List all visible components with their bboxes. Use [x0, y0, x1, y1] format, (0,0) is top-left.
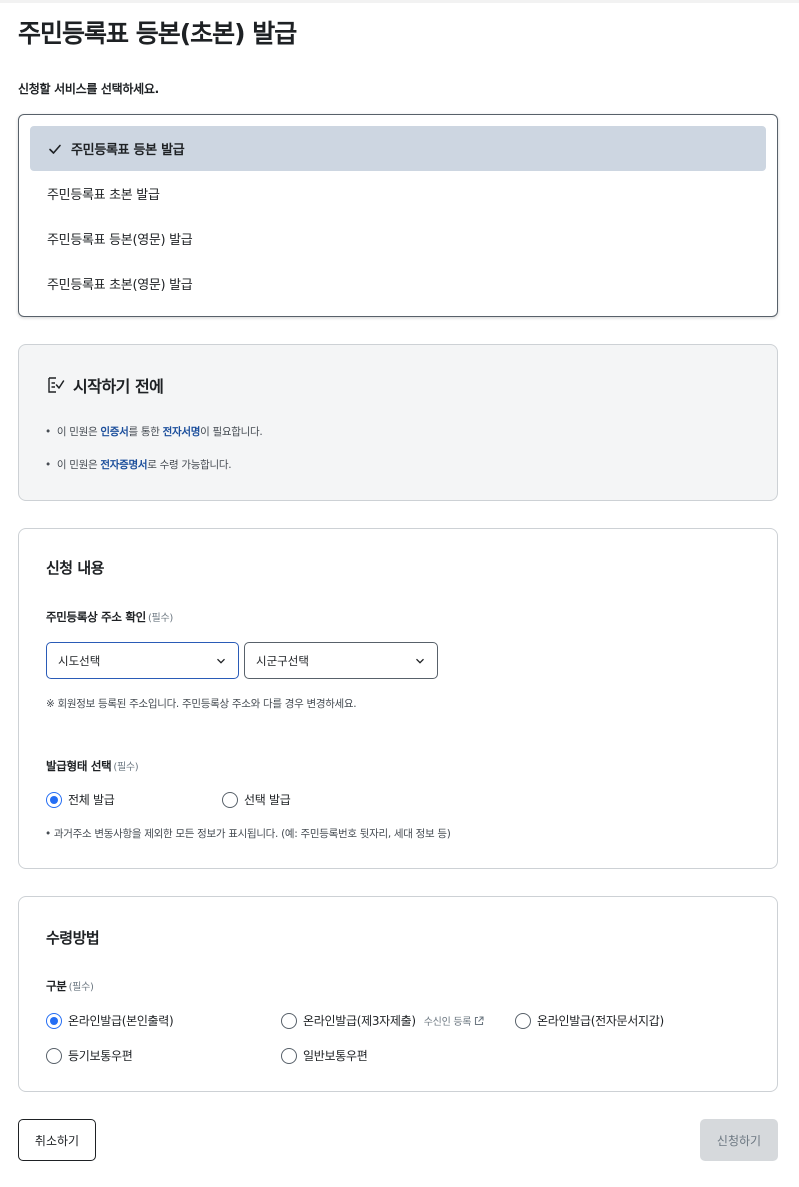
- receive-title: 수령방법: [46, 929, 100, 947]
- address-label: 주민등록상 주소 확인 (필수): [46, 609, 173, 625]
- before-start-panel: 시작하기 전에 • 이 민원은 인증서를 통한 전자서명이 필요합니다. • 이 민…: [18, 344, 778, 501]
- radio-label: 일반보통우편: [303, 1049, 368, 1063]
- required-mark: (필수): [113, 762, 139, 773]
- radio-circle: [222, 791, 238, 808]
- service-option-label: 주민등록표 등본(영문) 발급: [47, 233, 193, 248]
- page-title: 주민등록표 등본(초본) 발급: [18, 19, 297, 48]
- service-option-abstract-english[interactable]: 주민등록표 초본(영문) 발급: [30, 261, 766, 306]
- radio-circle: [46, 1012, 62, 1029]
- external-link-icon: [475, 1015, 484, 1025]
- service-listbox: 주민등록표 등본 발급 주민등록표 초본 발급 주민등록표 등본(영문) 발급 …: [18, 114, 778, 317]
- sido-select[interactable]: 시도선택: [46, 642, 239, 679]
- sido-select-value: 시도선택: [58, 653, 101, 668]
- before-start-heading: 시작하기 전에: [47, 373, 164, 397]
- radio-label: 선택 발급: [244, 793, 291, 807]
- recipient-register-link[interactable]: 수신인 등록: [424, 1013, 484, 1028]
- cancel-button[interactable]: 취소하기: [18, 1119, 96, 1161]
- category-label: 구분 (필수): [46, 978, 94, 994]
- chevron-down-icon: [416, 658, 424, 664]
- receive-online-third-party-radio[interactable]: 온라인발급(제3자제출) 수신인 등록: [281, 1012, 484, 1029]
- check-icon: [49, 144, 61, 154]
- sigungu-select[interactable]: 시군구선택: [244, 642, 438, 679]
- submit-button[interactable]: 신청하기: [700, 1119, 778, 1161]
- note-text: 로 수령 가능합니다.: [147, 459, 232, 471]
- chevron-down-icon: [217, 658, 225, 664]
- service-option-label: 주민등록표 등본 발급: [71, 143, 185, 158]
- radio-label: 온라인발급(본인출력): [68, 1014, 174, 1028]
- radio-label: 등기보통우편: [68, 1049, 133, 1063]
- service-option-abstract[interactable]: 주민등록표 초본 발급: [30, 171, 766, 216]
- application-title: 신청 내용: [46, 559, 104, 577]
- receive-online-wallet-radio[interactable]: 온라인발급(전자문서지갑): [515, 1012, 664, 1029]
- note-text: 이 민원은: [56, 426, 101, 438]
- note-emphasis: 전자서명: [162, 426, 201, 438]
- radio-circle: [281, 1047, 297, 1064]
- service-option-label: 주민등록표 초본 발급: [47, 188, 160, 203]
- radio-label: 전체 발급: [68, 793, 115, 807]
- issue-type-label-text: 발급형태 선택: [46, 759, 112, 773]
- address-label-text: 주민등록상 주소 확인: [46, 610, 146, 624]
- register-link-text: 수신인 등록: [423, 1017, 472, 1028]
- note-text: 를 통한: [128, 426, 163, 438]
- note-text: 이 필요합니다.: [200, 426, 263, 438]
- receive-panel: 수령방법 구분 (필수) 온라인발급(본인출력) 온라인발급(제3자제출) 수신인…: [18, 896, 778, 1092]
- service-option-label: 주민등록표 초본(영문) 발급: [47, 278, 193, 293]
- note-emphasis: 전자증명서: [100, 459, 148, 471]
- category-label-text: 구분: [46, 979, 67, 993]
- radio-circle: [46, 791, 62, 808]
- required-mark: (필수): [68, 982, 94, 993]
- application-panel: 신청 내용 주민등록상 주소 확인 (필수) 시도선택 시군구선택 ※ 회원정보 …: [18, 528, 778, 869]
- address-hint: ※ 회원정보 등록된 주소입니다. 주민등록상 주소와 다를 경우 변경하세요.: [46, 698, 357, 710]
- receive-registered-mail-radio[interactable]: 등기보통우편: [46, 1047, 133, 1064]
- radio-circle: [515, 1012, 531, 1029]
- service-option-certified-copy-english[interactable]: 주민등록표 등본(영문) 발급: [30, 216, 766, 261]
- bullet: •: [45, 426, 51, 438]
- issue-hint: • 과거주소 변동사항을 제외한 모든 정보가 표시됩니다. (예: 주민등록번…: [45, 828, 451, 840]
- note-e-certificate: • 이 민원은 전자증명서로 수령 가능합니다.: [45, 457, 232, 472]
- issue-type-label: 발급형태 선택 (필수): [46, 758, 139, 774]
- radio-label: 온라인발급(제3자제출): [303, 1014, 416, 1028]
- bullet: •: [45, 459, 51, 471]
- checklist-icon: [48, 377, 65, 393]
- note-emphasis: 인증서: [100, 426, 129, 438]
- issue-full-radio[interactable]: 전체 발급: [46, 791, 115, 808]
- radio-label: 온라인발급(전자문서지갑): [537, 1014, 664, 1028]
- note-text: 이 민원은: [56, 459, 101, 471]
- radio-circle: [281, 1012, 297, 1029]
- radio-circle: [46, 1047, 62, 1064]
- before-start-title: 시작하기 전에: [73, 377, 164, 396]
- receive-regular-mail-radio[interactable]: 일반보통우편: [281, 1047, 368, 1064]
- top-divider: [0, 0, 799, 3]
- note-signature: • 이 민원은 인증서를 통한 전자서명이 필요합니다.: [45, 424, 263, 439]
- service-prompt: 신청할 서비스를 선택하세요.: [18, 82, 159, 96]
- service-option-certified-copy[interactable]: 주민등록표 등본 발급: [30, 126, 766, 171]
- sigungu-select-value: 시군구선택: [256, 653, 309, 668]
- required-mark: (필수): [147, 613, 173, 624]
- receive-online-self-radio[interactable]: 온라인발급(본인출력): [46, 1012, 174, 1029]
- issue-partial-radio[interactable]: 선택 발급: [222, 791, 291, 808]
